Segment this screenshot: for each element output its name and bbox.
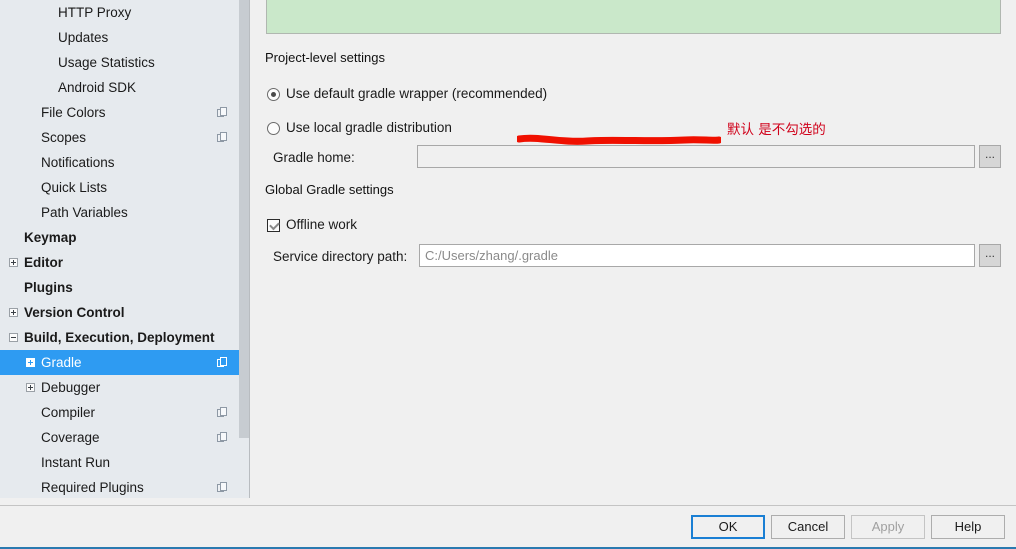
offline-work-label: Offline work (286, 217, 358, 232)
sidebar-item-label: Editor (24, 255, 63, 270)
sidebar-item-label: HTTP Proxy (58, 5, 132, 20)
notice-banner (266, 0, 1001, 34)
radio-default-wrapper-icon[interactable] (267, 88, 280, 101)
sidebar-item-usage-statistics[interactable]: Usage Statistics (0, 50, 249, 75)
sidebar-item-label: Keymap (24, 230, 77, 245)
sidebar-item-label: Quick Lists (41, 180, 108, 195)
gradle-home-browse-button[interactable]: ... (979, 145, 1001, 168)
copy-settings-icon[interactable] (217, 482, 228, 493)
sidebar-item-http-proxy[interactable]: HTTP Proxy (0, 0, 249, 25)
dialog-footer: OK Cancel Apply Help (0, 506, 1016, 547)
sidebar-item-scopes[interactable]: Scopes (0, 125, 249, 150)
sidebar-item-required-plugins[interactable]: Required Plugins (0, 475, 249, 498)
radio-local-distribution-icon[interactable] (267, 122, 280, 135)
cancel-button[interactable]: Cancel (771, 515, 845, 539)
global-gradle-settings-title: Global Gradle settings (265, 182, 400, 197)
sidebar-item-label: Plugins (24, 280, 73, 295)
radio-use-local-distribution[interactable]: Use local gradle distribution (267, 118, 452, 138)
sidebar-item-label: Coverage (41, 430, 100, 445)
sidebar-item-label: Build, Execution, Deployment (24, 330, 215, 345)
sidebar-item-version-control[interactable]: Version Control (0, 300, 249, 325)
ok-button[interactable]: OK (691, 515, 765, 539)
sidebar-item-path-variables[interactable]: Path Variables (0, 200, 249, 225)
settings-category-tree[interactable]: HTTP Proxy Updates Usage Statistics Android… (0, 0, 250, 498)
sidebar-item-label: File Colors (41, 105, 106, 120)
service-directory-path-label: Service directory path: (273, 249, 408, 264)
sidebar-item-compiler[interactable]: Compiler (0, 400, 249, 425)
sidebar-item-gradle[interactable]: Gradle (0, 350, 249, 375)
sidebar-item-label: Debugger (41, 380, 101, 395)
sidebar-item-label: Android SDK (58, 80, 137, 95)
sidebar-item-android-sdk[interactable]: Android SDK (0, 75, 249, 100)
gradle-settings-panel: Project-level settings Use default gradl… (251, 0, 1016, 505)
copy-settings-icon[interactable] (217, 407, 228, 418)
sidebar-item-file-colors[interactable]: File Colors (0, 100, 249, 125)
copy-settings-icon[interactable] (217, 357, 228, 368)
sidebar-item-quick-lists[interactable]: Quick Lists (0, 175, 249, 200)
gradle-home-input[interactable] (417, 145, 975, 168)
sidebar-item-label: Notifications (41, 155, 115, 170)
sidebar-item-label: Usage Statistics (58, 55, 155, 70)
copy-settings-icon[interactable] (217, 132, 228, 143)
sidebar-scrollbar-thumb[interactable] (239, 0, 249, 438)
expand-plus-icon[interactable] (26, 358, 35, 367)
sidebar-item-label: Updates (58, 30, 109, 45)
sidebar-item-label: Gradle (41, 355, 82, 370)
apply-button[interactable]: Apply (851, 515, 925, 539)
expand-plus-icon[interactable] (9, 258, 18, 267)
gradle-home-label: Gradle home: (273, 150, 355, 165)
collapse-minus-icon[interactable] (9, 333, 18, 342)
radio-default-wrapper-label: Use default gradle wrapper (recommended) (286, 86, 548, 101)
sidebar-item-label: Scopes (41, 130, 87, 145)
sidebar-item-notifications[interactable]: Notifications (0, 150, 249, 175)
radio-local-distribution-label: Use local gradle distribution (286, 120, 452, 135)
project-level-settings-title: Project-level settings (265, 50, 391, 65)
sidebar-item-label: Version Control (24, 305, 125, 320)
expand-plus-icon[interactable] (26, 383, 35, 392)
sidebar-item-label: Path Variables (41, 205, 128, 220)
sidebar-item-debugger[interactable]: Debugger (0, 375, 249, 400)
sidebar-item-instant-run[interactable]: Instant Run (0, 450, 249, 475)
settings-category-list: HTTP Proxy Updates Usage Statistics Android… (0, 0, 249, 498)
copy-settings-icon[interactable] (217, 432, 228, 443)
offline-work-checkbox-icon[interactable] (267, 219, 280, 232)
service-directory-path-input[interactable]: C:/Users/zhang/.gradle (419, 244, 975, 267)
expand-plus-icon[interactable] (9, 308, 18, 317)
project-level-settings-section: Project-level settings (265, 50, 1000, 66)
sidebar-item-plugins[interactable]: Plugins (0, 275, 249, 300)
settings-dialog: HTTP Proxy Updates Usage Statistics Android… (0, 0, 1016, 549)
sidebar-item-updates[interactable]: Updates (0, 25, 249, 50)
annotation-text: 默认 是不勾选的 (727, 122, 826, 138)
sidebar-item-keymap[interactable]: Keymap (0, 225, 249, 250)
service-directory-browse-button[interactable]: ... (979, 244, 1001, 267)
sidebar-item-editor[interactable]: Editor (0, 250, 249, 275)
sidebar-item-label: Instant Run (41, 455, 111, 470)
sidebar-item-label: Compiler (41, 405, 96, 420)
sidebar-item-label: Required Plugins (41, 480, 144, 495)
radio-use-default-wrapper[interactable]: Use default gradle wrapper (recommended) (267, 84, 547, 104)
sidebar-item-coverage[interactable]: Coverage (0, 425, 249, 450)
sidebar-item-build-execution-deployment[interactable]: Build, Execution, Deployment (0, 325, 249, 350)
checkbox-offline-work[interactable]: Offline work (267, 215, 357, 235)
copy-settings-icon[interactable] (217, 107, 228, 118)
global-gradle-settings-section: Global Gradle settings (265, 182, 1000, 198)
help-button[interactable]: Help (931, 515, 1005, 539)
